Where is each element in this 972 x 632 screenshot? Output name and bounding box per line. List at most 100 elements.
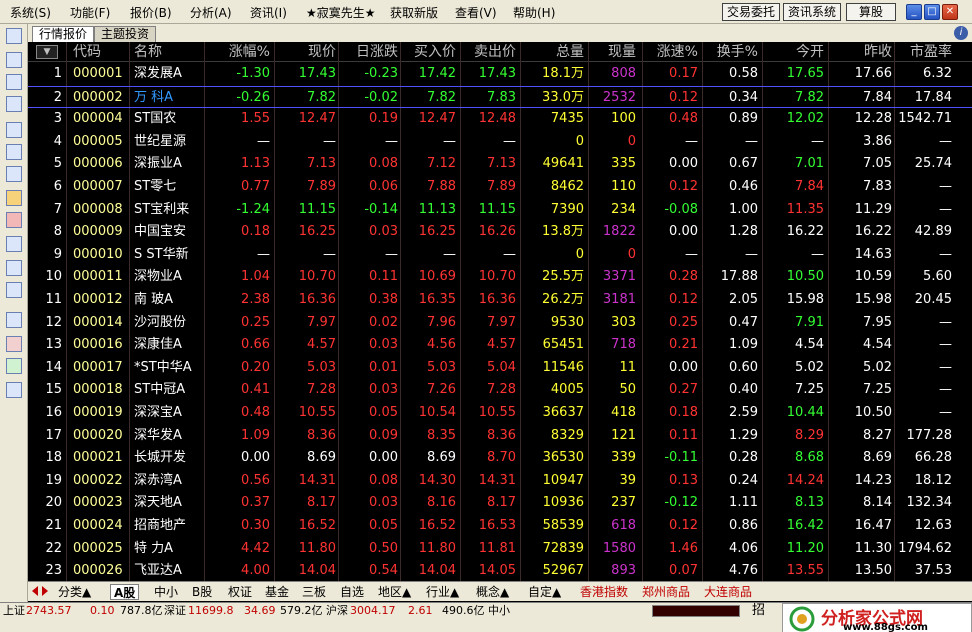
users-icon[interactable]	[6, 212, 22, 228]
close-icon[interactable]: ✕	[942, 4, 958, 20]
table-row[interactable]: 12 000014 沙河股份 0.25 7.97 0.02 7.96 7.97 9530 303 0…	[28, 312, 972, 334]
table-row[interactable]: 14 000017 *ST中华A 0.20 5.03 0.01 5.03 5.04 11546 1…	[28, 357, 972, 379]
tab-sme[interactable]: 中小	[154, 584, 178, 600]
cell-open: —	[811, 246, 824, 262]
menu-function[interactable]: 功能(F)	[70, 4, 110, 21]
tab-zhengzhou[interactable]: 郑州商品	[642, 584, 690, 600]
row-index: 1	[53, 66, 62, 81]
table-icon[interactable]	[6, 52, 22, 68]
trade-button[interactable]: 交易委托	[722, 3, 780, 21]
col-open[interactable]: 今开	[762, 42, 824, 62]
trend-chart-icon[interactable]	[6, 74, 22, 90]
refresh-icon[interactable]	[6, 358, 22, 374]
tab-concept[interactable]: 概念▲	[476, 584, 509, 600]
list-icon[interactable]	[6, 144, 22, 160]
table-row[interactable]: 4 000005 世纪星源 — — — — — 0 0 — — — 3.86 —	[28, 131, 972, 153]
cell-prev-close: 14.63	[854, 246, 892, 262]
kline-chart-icon[interactable]	[6, 96, 22, 112]
table-row[interactable]: 17 000020 深华发A 1.09 8.36 0.09 8.35 8.36 8329 121 0…	[28, 425, 972, 447]
sort-dropdown-icon[interactable]: ▼	[36, 45, 58, 59]
minimize-icon[interactable]: _	[906, 4, 922, 20]
table-row[interactable]: 8 000009 中国宝安 0.18 16.25 0.03 16.25 16.26 13.8万 1…	[28, 221, 972, 243]
menu-user[interactable]: ★寂寞先生★	[306, 4, 376, 21]
cell-change-pct: 0.25	[241, 314, 270, 330]
col-ask[interactable]: 卖出价	[460, 42, 516, 62]
cell-open: 8.68	[795, 450, 824, 466]
globe-icon[interactable]	[6, 236, 22, 252]
tab-industry[interactable]: 行业▲	[426, 584, 459, 600]
mail-icon[interactable]	[6, 190, 22, 206]
table-row[interactable]: 19 000022 深赤湾A 0.56 14.31 0.08 14.30 14.31 10947…	[28, 470, 972, 492]
cell-code: 000023	[73, 495, 123, 511]
table-row[interactable]: 22 000025 特 力A 4.42 11.80 0.50 11.80 11.81 72839…	[28, 538, 972, 560]
tab-category[interactable]: 分类▲	[58, 584, 91, 600]
col-change[interactable]: 日涨跌	[338, 42, 398, 62]
report-icon[interactable]	[6, 122, 22, 138]
col-last-volume[interactable]: 现量	[588, 42, 636, 62]
table-row[interactable]: 1 000001 深发展A -1.30 17.43 -0.23 17.42 17.43 18.1…	[28, 63, 972, 85]
col-turnover[interactable]: 换手%	[700, 42, 758, 62]
menu-info[interactable]: 资讯(I)	[250, 4, 287, 21]
table-row[interactable]: 3 000004 ST国农 1.55 12.47 0.19 12.47 12.48 7435 10…	[28, 108, 972, 130]
table-row[interactable]: 7 000008 ST宝利来 -1.24 11.15 -0.14 11.13 11.15 739…	[28, 199, 972, 221]
scroll-left-icon[interactable]	[32, 586, 38, 596]
table-row[interactable]: 2 000002 万 科A -0.26 7.82 -0.02 7.82 7.83 33.0万 25…	[28, 85, 972, 108]
logo-swirl-icon	[789, 606, 815, 632]
sort-icon[interactable]	[6, 336, 22, 352]
tab-dalian[interactable]: 大连商品	[704, 584, 752, 600]
tab-warrants[interactable]: 权证	[228, 584, 252, 600]
cell-prev-close: 7.95	[863, 314, 892, 330]
table-row[interactable]: 11 000012 南 玻A 2.38 16.36 0.38 16.35 16.36 26.2万…	[28, 289, 972, 311]
tab-hk-index[interactable]: 香港指数	[580, 584, 628, 600]
col-price[interactable]: 现价	[278, 42, 336, 62]
search-icon[interactable]	[6, 260, 22, 276]
table-row[interactable]: 9 000010 S ST华新 — — — — — 0 0 — — — 14.63 —	[28, 244, 972, 266]
col-prev-close[interactable]: 昨收	[828, 42, 892, 62]
tab-a-shares[interactable]: A股	[110, 584, 140, 600]
col-code[interactable]: 代码	[73, 42, 133, 62]
info-icon[interactable]: i	[954, 26, 968, 40]
table-row[interactable]: 10 000011 深物业A 1.04 10.70 0.11 10.69 10.70 25.5万…	[28, 266, 972, 288]
menu-analysis[interactable]: 分析(A)	[190, 4, 232, 21]
col-volume[interactable]: 总量	[520, 42, 584, 62]
table-row[interactable]: 6 000007 ST零七 0.77 7.89 0.06 7.88 7.89 8462 110 0.…	[28, 176, 972, 198]
table-row[interactable]: 18 000021 长城开发 0.00 8.69 0.00 8.69 8.70 36530 339…	[28, 447, 972, 469]
table-row[interactable]: 5 000006 深振业A 1.13 7.13 0.08 7.12 7.13 49641 335 0…	[28, 153, 972, 175]
menu-help[interactable]: 帮助(H)	[513, 4, 555, 21]
tab-quote[interactable]: 行情报价	[32, 26, 95, 42]
table-row[interactable]: 13 000016 深康佳A 0.66 4.57 0.03 4.56 4.57 65451 718…	[28, 334, 972, 356]
cell-price: 7.13	[307, 156, 336, 172]
cell-change: 0.06	[369, 179, 398, 194]
tab-region[interactable]: 地区▲	[378, 584, 411, 600]
folder-icon[interactable]	[6, 312, 22, 328]
grid-icon[interactable]	[6, 166, 22, 182]
tab-watchlist[interactable]: 自选	[340, 584, 364, 600]
tab-b-shares[interactable]: B股	[192, 584, 212, 600]
exit-icon[interactable]	[6, 282, 22, 298]
maximize-icon[interactable]: □	[924, 4, 940, 20]
scroll-right-icon[interactable]	[42, 586, 48, 596]
menu-system[interactable]: 系统(S)	[10, 4, 51, 21]
col-speed[interactable]: 涨速%	[640, 42, 698, 62]
col-bid[interactable]: 买入价	[400, 42, 456, 62]
table-row[interactable]: 23 000026 飞亚达A 4.00 14.04 0.54 14.04 14.05 52967…	[28, 560, 972, 581]
menu-get-new[interactable]: 获取新版	[390, 4, 438, 21]
tab-custom[interactable]: 自定▲	[528, 584, 561, 600]
table-row[interactable]: 16 000019 深深宝A 0.48 10.55 0.05 10.54 10.55 36637…	[28, 402, 972, 424]
col-name[interactable]: 名称	[134, 42, 214, 62]
tab-third-board[interactable]: 三板	[302, 584, 326, 600]
col-change-pct[interactable]: 涨幅%	[208, 42, 270, 62]
tab-theme[interactable]: 主题投资	[94, 26, 157, 42]
tab-funds[interactable]: 基金	[265, 584, 289, 600]
table-row[interactable]: 20 000023 深天地A 0.37 8.17 0.03 8.16 8.17 10936 237…	[28, 492, 972, 514]
calc-stock-button[interactable]: 算股	[846, 3, 896, 21]
col-pe[interactable]: 市盈率	[894, 42, 952, 62]
news-system-button[interactable]: 资讯系统	[783, 3, 841, 21]
row-index: 6	[53, 179, 62, 194]
quote-list-icon[interactable]	[6, 28, 22, 44]
logout-icon[interactable]	[6, 382, 22, 398]
menu-quote[interactable]: 报价(B)	[130, 4, 172, 21]
table-row[interactable]: 15 000018 ST中冠A 0.41 7.28 0.03 7.26 7.28 4005 50 0…	[28, 379, 972, 401]
table-row[interactable]: 21 000024 招商地产 0.30 16.52 0.05 16.52 16.53 58539…	[28, 515, 972, 537]
menu-view[interactable]: 查看(V)	[455, 4, 497, 21]
